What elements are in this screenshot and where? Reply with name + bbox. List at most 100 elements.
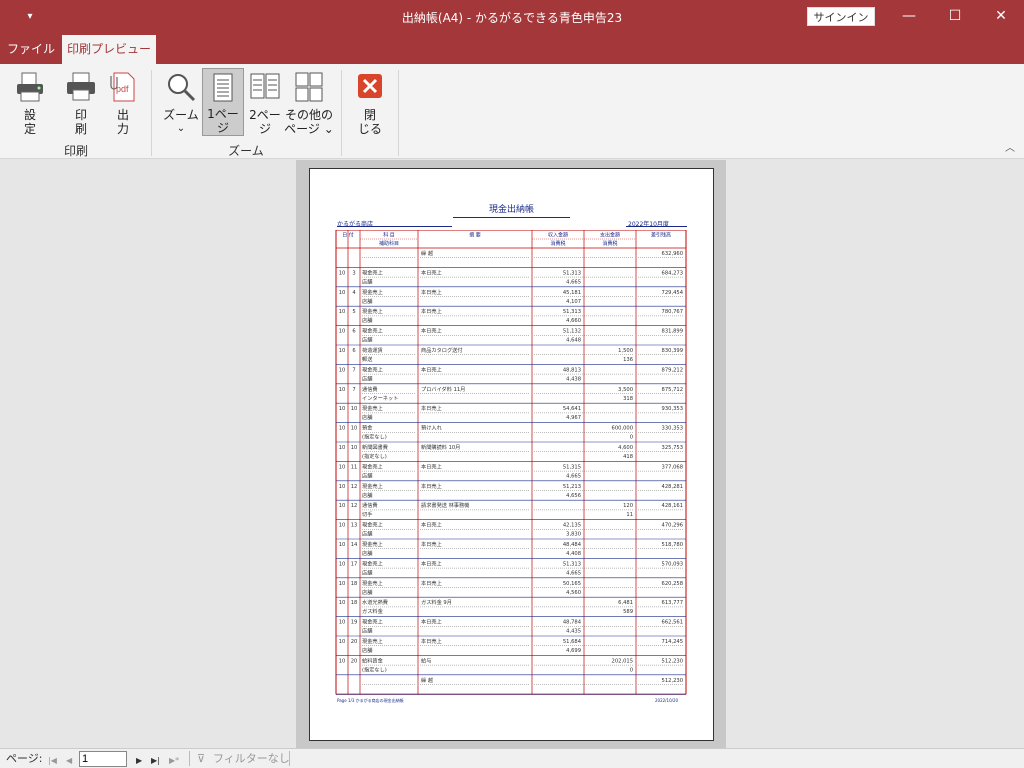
row-sub-account: 店舗 — [362, 530, 372, 538]
row-income-tax: 4,408 — [566, 551, 581, 557]
two-page-button[interactable]: 2ペー ジ — [246, 70, 284, 140]
row-expense: 600,000 — [612, 426, 633, 432]
collapse-ribbon-icon[interactable]: ︿ — [1002, 142, 1018, 156]
output-pdf-button[interactable]: pdf 出 力 — [104, 70, 142, 140]
row-balance: 830,399 — [662, 348, 683, 354]
filter-icon: ⊽ — [197, 752, 206, 765]
row-balance: 377,068 — [662, 464, 683, 470]
tab-file[interactable]: ファイル — [0, 35, 62, 64]
row-sub-account: 店舗 — [362, 471, 372, 479]
header-expense: 支出金額 — [600, 232, 620, 239]
magnifier-icon — [168, 74, 196, 102]
prev-page-button[interactable]: ◀ — [66, 754, 72, 768]
row-sub-account: 郵送 — [362, 355, 373, 363]
row-expense-tax: 136 — [623, 357, 633, 363]
zoom-button[interactable]: ズーム ⌄ — [160, 70, 202, 140]
row-day: 13 — [351, 523, 358, 529]
row-expense-tax: 418 — [623, 454, 633, 460]
row-sub-account: 店舗 — [362, 413, 372, 421]
page-setup-button[interactable]: 設 定 — [10, 70, 50, 140]
new-record-button[interactable]: ▶* — [169, 754, 179, 768]
row-day: 11 — [351, 464, 358, 470]
other-pages-button[interactable]: その他の ページ ⌄ — [284, 70, 334, 140]
row-balance: 330,353 — [662, 426, 683, 432]
output-label-1: 出 — [116, 108, 129, 122]
row-account: 通信費 — [362, 385, 378, 393]
header-account: 科 目 — [383, 232, 395, 239]
next-page-button[interactable]: ▶ — [136, 754, 142, 768]
two-page-icon — [250, 73, 280, 99]
row-day: 6 — [352, 329, 355, 335]
zoom-label-1: ズーム — [163, 108, 199, 122]
page-setup-label-2: 定 — [23, 122, 36, 136]
close-icon — [358, 74, 382, 98]
row-account: 現金売上 — [362, 462, 383, 470]
row-income: 51,313 — [563, 309, 581, 315]
row-income: 51,213 — [563, 484, 581, 490]
row-expense-tax: 0 — [630, 667, 633, 673]
row-account: 現金売上 — [362, 559, 383, 567]
row-day: 20 — [351, 639, 358, 645]
row-description: 商品カタログ送付 — [421, 346, 463, 354]
row-income-tax: 4,107 — [566, 299, 581, 305]
row-balance: 684,273 — [662, 270, 683, 276]
row-day: 18 — [351, 600, 358, 606]
row-balance: 470,296 — [662, 523, 683, 529]
row-month: 10 — [339, 290, 346, 296]
close-window-button[interactable]: ✕ — [978, 0, 1024, 33]
ribbon: 設 定 印 刷 pdf 出 力 印刷 ズーム ⌄ 1ペー ジ 2ペー ジ その他… — [0, 64, 1024, 159]
row-income: 50,165 — [563, 581, 581, 587]
chevron-down-icon: ⌄ — [176, 123, 186, 134]
row-income-tax: 4,656 — [566, 493, 581, 499]
close-preview-button[interactable]: 閉 じる — [352, 70, 388, 140]
row-sub-account: 店舗 — [362, 336, 372, 344]
row-month: 10 — [339, 503, 346, 509]
row-description: 請求書発送 林事務機 — [421, 501, 469, 509]
row-day: 17 — [351, 561, 358, 567]
print-button[interactable]: 印 刷 — [62, 70, 100, 140]
row-description: 本日売上 — [421, 618, 442, 626]
header-description: 摘 要 — [469, 232, 481, 239]
row-description: 繰 越 — [421, 249, 434, 257]
row-income: 48,784 — [563, 620, 582, 626]
page-number-input[interactable] — [79, 751, 127, 767]
row-description: 本日売上 — [421, 637, 442, 645]
one-page-button[interactable]: 1ペー ジ — [202, 68, 244, 136]
row-month: 10 — [339, 309, 346, 315]
row-balance: 428,281 — [662, 484, 683, 490]
row-day: 4 — [352, 290, 356, 296]
row-account: 新聞図書費 — [362, 443, 388, 451]
row-description: 本日売上 — [421, 404, 442, 412]
row-description: 本日売上 — [421, 521, 442, 529]
row-balance: 613,777 — [662, 600, 683, 606]
row-sub-account: 店舗 — [362, 646, 372, 654]
row-month: 10 — [339, 600, 346, 606]
row-account: 荷造運賃 — [362, 346, 383, 354]
row-income-tax: 4,438 — [566, 376, 581, 382]
row-sub-account: 切手 — [362, 510, 372, 518]
row-description: プロバイダ料 11月 — [421, 385, 465, 393]
row-month: 10 — [339, 329, 346, 335]
row-description: 本日売上 — [421, 307, 442, 315]
row-account: 通信費 — [362, 501, 378, 509]
last-page-button[interactable]: ▶| — [151, 754, 160, 768]
row-description: 本日売上 — [421, 365, 442, 373]
sign-in-button[interactable]: サインイン — [807, 7, 875, 26]
header-income: 収入金額 — [548, 232, 568, 239]
row-expense-tax: 318 — [623, 396, 633, 402]
maximize-button[interactable]: ☐ — [932, 0, 978, 33]
row-description: 繰 越 — [421, 676, 434, 684]
row-account: 現金売上 — [362, 482, 383, 490]
row-income-tax: 4,435 — [566, 629, 581, 635]
row-month: 10 — [339, 270, 346, 276]
row-description: 本日売上 — [421, 482, 442, 490]
ribbon-separator — [151, 70, 152, 156]
filter-status[interactable]: フィルターなし — [213, 752, 290, 766]
minimize-button[interactable]: — — [886, 0, 932, 33]
tab-print-preview[interactable]: 印刷プレビュー — [62, 35, 156, 64]
row-income: 45,181 — [563, 290, 581, 296]
first-page-button[interactable]: |◀ — [48, 754, 57, 768]
row-description: 本日売上 — [421, 268, 442, 276]
status-separator — [189, 751, 190, 766]
row-sub-account: ガス料金 — [362, 607, 384, 615]
